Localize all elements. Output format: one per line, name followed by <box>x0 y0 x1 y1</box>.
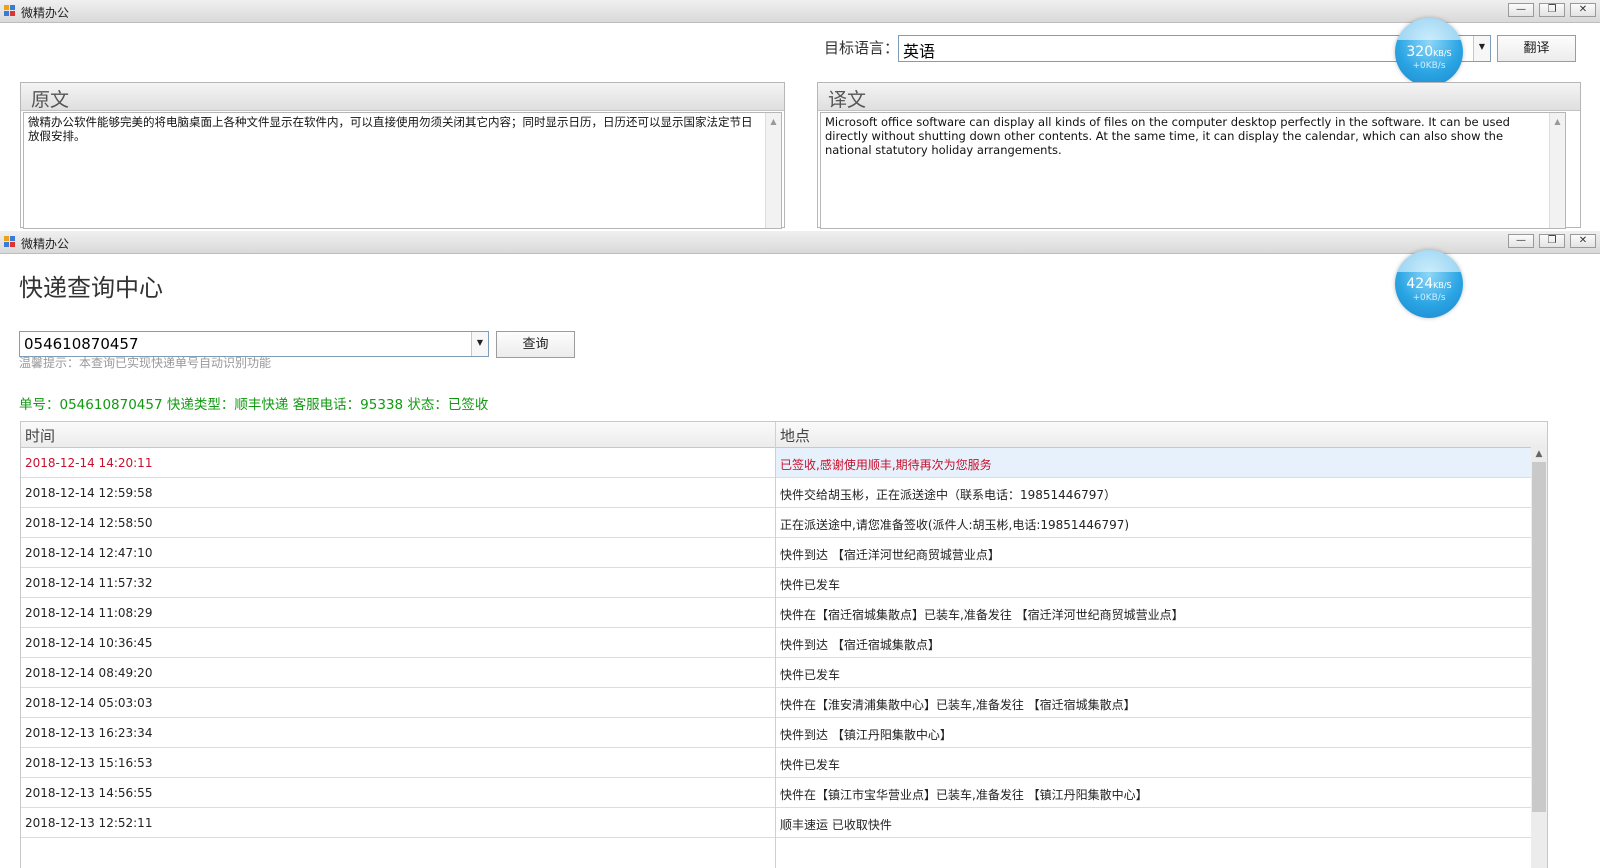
scroll-up-icon[interactable]: ▲ <box>1531 449 1547 459</box>
chevron-down-icon[interactable]: ▼ <box>1473 36 1490 61</box>
place-cell: 快件在【镇江市宝华营业点】已装车,准备发往 【镇江丹阳集散中心】 <box>780 788 1148 802</box>
column-header-time[interactable]: 时间 <box>25 425 55 446</box>
close-button[interactable]: ✕ <box>1570 234 1596 248</box>
place-cell: 正在派送途中,请您准备签收(派件人:胡玉彬,电话:19851446797) <box>780 518 1130 532</box>
speed-value: 320 <box>1406 44 1434 60</box>
column-header-place[interactable]: 地点 <box>780 425 810 446</box>
table-row[interactable]: 2018-12-14 12:47:10 快件到达 【宿迁洋河世纪商贸城营业点】 <box>21 538 1531 568</box>
table-row[interactable]: 2018-12-13 12:52:11 顺丰速运 已收取快件 <box>21 808 1531 838</box>
network-speed-widget[interactable]: 424KB/S +0KB/s <box>1395 250 1463 318</box>
source-textarea[interactable]: 微精办公软件能够完美的将电脑桌面上各种文件显示在软件内，可以直接使用勿须关闭其它… <box>23 112 782 229</box>
translator-titlebar[interactable]: 微精办公 — ❐ ✕ <box>0 0 1600 23</box>
table-row[interactable]: 2018-12-13 15:16:53 快件已发车 <box>21 748 1531 778</box>
table-scrollbar[interactable]: ▲ <box>1531 447 1547 868</box>
table-row[interactable]: 2018-12-14 12:59:58 快件交给胡玉彬，正在派送途中（联系电话：1… <box>21 478 1531 508</box>
time-cell: 2018-12-14 05:03:03 <box>25 696 153 710</box>
chevron-down-icon[interactable]: ▼ <box>471 332 488 356</box>
speed-ball-highlight <box>1395 250 1463 272</box>
translation-heading: 译文 <box>828 89 867 111</box>
table-row[interactable]: 2018-12-14 11:57:32 快件已发车 <box>21 568 1531 598</box>
scroll-up-icon[interactable]: ▲ <box>1550 115 1565 129</box>
place-cell: 快件已发车 <box>780 668 841 682</box>
translation-scrollbar[interactable]: ▲ <box>1549 113 1565 228</box>
time-cell: 2018-12-14 11:08:29 <box>25 606 153 620</box>
place-cell: 快件交给胡玉彬，正在派送途中（联系电话：19851446797） <box>780 488 1116 502</box>
time-cell: 2018-12-14 08:49:20 <box>25 666 153 680</box>
place-cell: 已签收,感谢使用顺丰,期待再次为您服务 <box>780 458 992 472</box>
tracking-table: 时间 地点 2018-12-14 14:20:11 已签收,感谢使用顺丰,期待再次… <box>20 421 1548 868</box>
source-heading: 原文 <box>31 89 70 111</box>
window-title: 微精办公 <box>21 6 70 20</box>
app-icon <box>4 236 16 248</box>
restore-button[interactable]: ❐ <box>1539 3 1565 17</box>
restore-button[interactable]: ❐ <box>1539 234 1565 248</box>
place-cell: 快件到达 【宿迁宿城集散点】 <box>780 638 940 652</box>
hint-text: 温馨提示：本查询已实现快递单号自动识别功能 <box>19 356 272 370</box>
tracking-number-value: 054610870457 <box>24 335 139 353</box>
time-cell: 2018-12-13 14:56:55 <box>25 786 153 800</box>
place-cell: 快件已发车 <box>780 578 841 592</box>
place-cell: 顺丰速运 已收取快件 <box>780 818 892 832</box>
time-cell: 2018-12-13 12:52:11 <box>25 816 153 830</box>
time-cell: 2018-12-13 15:16:53 <box>25 756 153 770</box>
translation-text: Microsoft office software can display al… <box>825 115 1510 157</box>
place-cell: 快件在【淮安清浦集散中心】已装车,准备发往 【宿迁宿城集散点】 <box>780 698 1136 712</box>
table-row[interactable]: 2018-12-13 14:56:55 快件在【镇江市宝华营业点】已装车,准备发往… <box>21 778 1531 808</box>
speed-value: 424 <box>1406 276 1434 292</box>
scroll-thumb[interactable] <box>1532 462 1546 812</box>
tracking-summary: 单号：054610870457 快递类型：顺丰快递 客服电话：95338 状态：… <box>19 397 489 413</box>
column-divider <box>775 422 776 868</box>
close-button[interactable]: ✕ <box>1570 3 1596 17</box>
source-text: 微精办公软件能够完美的将电脑桌面上各种文件显示在软件内，可以直接使用勿须关闭其它… <box>28 115 753 143</box>
table-row[interactable]: 2018-12-14 05:03:03 快件在【淮安清浦集散中心】已装车,准备发往… <box>21 688 1531 718</box>
source-text-panel: 原文 微精办公软件能够完美的将电脑桌面上各种文件显示在软件内，可以直接使用勿须关… <box>20 82 785 229</box>
speed-unit: KB/S <box>1433 49 1452 58</box>
minimize-button[interactable]: — <box>1508 234 1534 248</box>
table-row[interactable]: 2018-12-13 16:23:34 快件到达 【镇江丹阳集散中心】 <box>21 718 1531 748</box>
speed-upload: +0KB/s <box>1412 61 1446 71</box>
translate-button[interactable]: 翻译 <box>1497 35 1576 62</box>
window-title: 微精办公 <box>21 237 70 251</box>
target-language-label: 目标语言： <box>824 39 900 57</box>
network-speed-widget[interactable]: 320KB/S +0KB/s <box>1395 18 1463 86</box>
tracker-titlebar[interactable]: 微精办公 — ❐ ✕ <box>0 231 1600 254</box>
table-row[interactable]: 2018-12-14 08:49:20 快件已发车 <box>21 658 1531 688</box>
place-cell: 快件到达 【宿迁洋河世纪商贸城营业点】 <box>780 548 1000 562</box>
time-cell: 2018-12-14 10:36:45 <box>25 636 153 650</box>
time-cell: 2018-12-14 14:20:11 <box>25 456 153 470</box>
table-row[interactable]: 2018-12-14 10:36:45 快件到达 【宿迁宿城集散点】 <box>21 628 1531 658</box>
table-row[interactable]: 2018-12-14 14:20:11 已签收,感谢使用顺丰,期待再次为您服务 <box>21 448 1531 478</box>
speed-upload: +0KB/s <box>1412 293 1446 303</box>
scroll-up-icon[interactable]: ▲ <box>766 115 781 129</box>
place-cell: 快件到达 【镇江丹阳集散中心】 <box>780 728 952 742</box>
app-icon <box>4 5 16 17</box>
table-row[interactable]: 2018-12-14 12:58:50 正在派送途中,请您准备签收(派件人:胡玉彬… <box>21 508 1531 538</box>
place-cell: 快件在【宿迁宿城集散点】已装车,准备发往 【宿迁洋河世纪商贸城营业点】 <box>780 608 1184 622</box>
target-language-value: 英语 <box>903 42 936 61</box>
time-cell: 2018-12-14 12:47:10 <box>25 546 153 560</box>
page-title: 快递查询中心 <box>19 274 163 302</box>
speed-ball-highlight <box>1395 18 1463 40</box>
translation-textarea[interactable]: Microsoft office software can display al… <box>820 112 1566 229</box>
time-cell: 2018-12-13 16:23:34 <box>25 726 153 740</box>
place-cell: 快件已发车 <box>780 758 841 772</box>
table-header: 时间 地点 <box>21 422 1547 448</box>
minimize-button[interactable]: — <box>1508 3 1534 17</box>
source-scrollbar[interactable]: ▲ <box>765 113 781 228</box>
translation-panel: 译文 Microsoft office software can display… <box>817 82 1581 229</box>
time-cell: 2018-12-14 12:59:58 <box>25 486 153 500</box>
time-cell: 2018-12-14 12:58:50 <box>25 516 153 530</box>
time-cell: 2018-12-14 11:57:32 <box>25 576 153 590</box>
table-row[interactable]: 2018-12-14 11:08:29 快件在【宿迁宿城集散点】已装车,准备发往 … <box>21 598 1531 628</box>
query-button[interactable]: 查询 <box>496 331 575 358</box>
speed-unit: KB/S <box>1433 281 1452 290</box>
